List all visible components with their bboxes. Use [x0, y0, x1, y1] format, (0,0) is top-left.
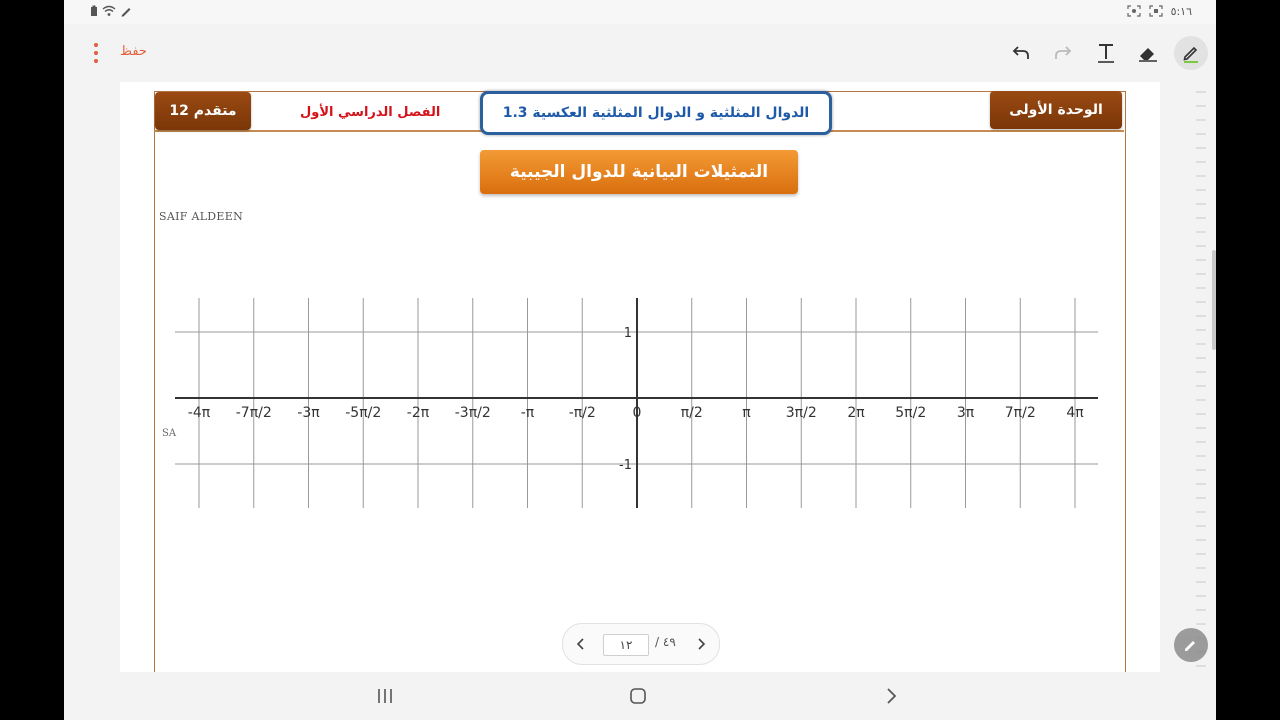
page-total: / ٤٩ [655, 635, 676, 649]
battery-icon [90, 5, 98, 20]
sine-graph-grid: -4π -7π/2 -3π -5π/2 -2π -3π/2 -π -π/2 0 π/2 π 3π/2 2… [175, 298, 1098, 508]
next-page-icon[interactable] [691, 634, 711, 654]
x-tick-label: -3π/2 [455, 405, 491, 421]
tablet-screen: ٥:١٦ حفظ 12 متقدم الفصل الدراسي الأول ال… [64, 0, 1216, 720]
x-tick-label: -4π [188, 405, 211, 421]
x-tick-label: 2π [847, 405, 865, 421]
previous-page-icon[interactable] [571, 634, 591, 654]
undo-icon[interactable] [1006, 38, 1036, 68]
navigation-bar [64, 672, 1216, 720]
x-tick-label: 5π/2 [895, 405, 926, 421]
page-number-input[interactable]: ١٢ [603, 634, 649, 656]
x-tick-label: -3π [297, 405, 320, 421]
more-options-icon[interactable] [90, 43, 102, 63]
redo-icon[interactable] [1048, 38, 1078, 68]
x-tick-label: -π [521, 405, 535, 421]
x-tick-label: π/2 [681, 405, 703, 421]
scrollbar-thumb[interactable] [1212, 250, 1216, 350]
editor-toolbar: حفظ [64, 24, 1216, 82]
x-tick-label: 4π [1066, 405, 1084, 421]
save-button[interactable]: حفظ [120, 44, 147, 59]
x-tick-label: 0 [633, 405, 642, 421]
y-tick-label: -1 [619, 458, 632, 473]
recent-apps-icon[interactable] [373, 684, 397, 708]
floating-pen-button[interactable] [1174, 628, 1208, 662]
document-page[interactable]: 12 متقدم الفصل الدراسي الأول الدوال المث… [120, 82, 1160, 672]
back-icon[interactable] [879, 684, 903, 708]
status-bar: ٥:١٦ [64, 0, 1216, 24]
page-navigator: ١٢ / ٤٩ [562, 623, 720, 665]
x-tick-label: -π/2 [569, 405, 596, 421]
pen-icon[interactable] [1174, 36, 1208, 70]
text-tool-icon[interactable] [1091, 38, 1121, 68]
y-tick-label: 1 [624, 326, 632, 341]
x-tick-label: -5π/2 [345, 405, 381, 421]
x-tick-label: π [742, 405, 751, 421]
pen-signal-icon [120, 5, 132, 20]
x-tick-label: -7π/2 [236, 405, 272, 421]
home-icon[interactable] [626, 684, 650, 708]
wifi-icon [102, 5, 116, 20]
x-tick-label: 3π/2 [786, 405, 817, 421]
screenshot-icon [1126, 5, 1141, 20]
x-tick-label: -2π [407, 405, 430, 421]
eraser-icon[interactable] [1133, 38, 1163, 68]
screen-record-icon [1148, 5, 1163, 20]
axes [175, 298, 1098, 508]
status-right: ٥:١٦ [1126, 5, 1192, 20]
side-ruler [1196, 91, 1206, 667]
x-tick-label: 7π/2 [1005, 405, 1036, 421]
status-time: ٥:١٦ [1170, 5, 1192, 18]
x-tick-label: 3π [957, 405, 975, 421]
status-left [90, 5, 132, 20]
